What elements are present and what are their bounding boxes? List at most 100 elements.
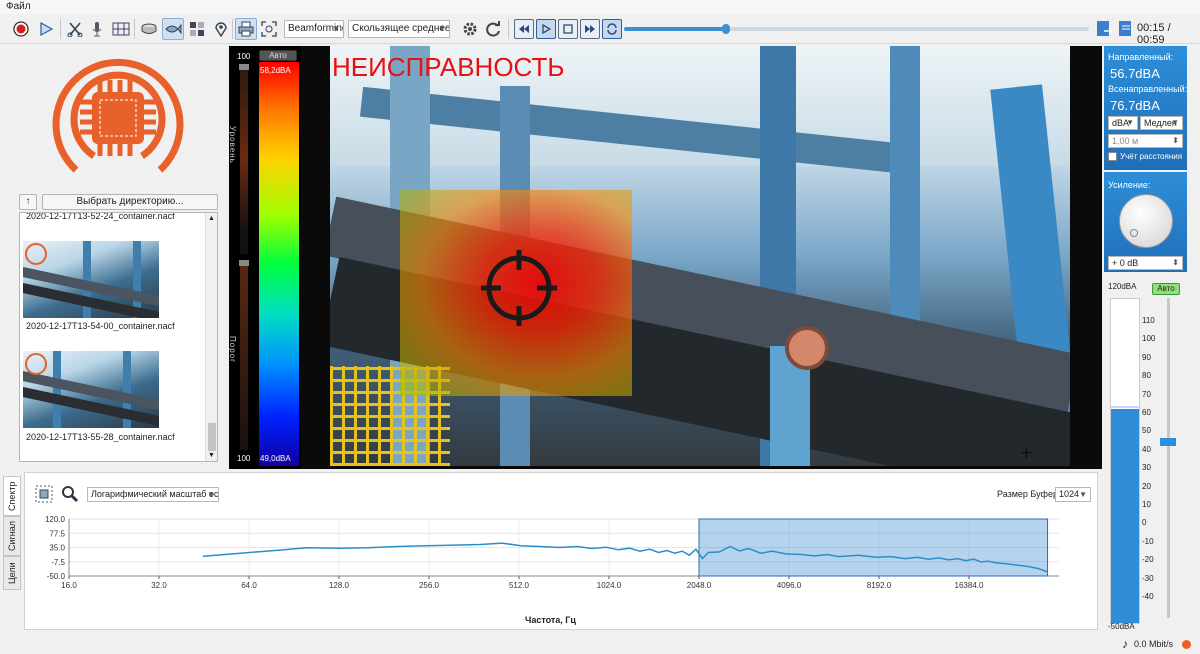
status-bar: ♪ 0.0 Mbit/s: [0, 636, 1200, 654]
tab-signal[interactable]: Сигнал: [3, 516, 21, 556]
x-tick-label: 128.0: [329, 581, 350, 590]
data-point: [1037, 568, 1040, 570]
music-note-icon: ♪: [1122, 637, 1128, 651]
y-tick-label: -7.5: [51, 558, 65, 567]
data-point: [994, 561, 996, 564]
array-icon[interactable]: [110, 18, 132, 40]
data-point: [837, 555, 840, 558]
tab-spectrum[interactable]: Спектр: [3, 476, 21, 516]
zoom-icon[interactable]: [61, 485, 79, 503]
meter-auto-button[interactable]: Авто: [1152, 283, 1180, 295]
threshold-label: Порог: [228, 336, 237, 364]
stop-icon[interactable]: [558, 19, 578, 39]
mode-select[interactable]: Beamforming ▼: [284, 20, 344, 38]
x-scale-select[interactable]: Логарифмический масштаб оси X ▼: [87, 487, 219, 502]
toolbar: Beamforming ▼ Скользящее среднее ▼ 00:15 /…: [0, 14, 1200, 46]
meter-tick-label: -40: [1142, 592, 1154, 601]
spectrum-panel: Спектр Сигнал Цели Логарифмический масшт…: [0, 470, 1100, 634]
speed-select[interactable]: Медлен ▼: [1140, 116, 1183, 130]
unit-select[interactable]: dBA ▼: [1108, 116, 1138, 130]
fish-icon[interactable]: [162, 18, 184, 40]
choose-directory-button[interactable]: Выбрать директорию...: [42, 194, 218, 210]
meter-tick-label: -20: [1142, 555, 1154, 565]
playback-slider[interactable]: [624, 24, 1089, 34]
gear-icon[interactable]: [459, 18, 481, 40]
data-point: [916, 556, 918, 558]
auto-scale-button[interactable]: Авто: [259, 50, 297, 61]
data-point: [425, 545, 427, 547]
gain-field[interactable]: + 0 dB ⬍: [1108, 256, 1183, 270]
data-point: [771, 550, 773, 552]
gain-knob[interactable]: [1119, 194, 1173, 248]
play-button-icon[interactable]: [536, 19, 556, 39]
level-slider[interactable]: [239, 64, 249, 254]
fader-handle[interactable]: [1160, 438, 1176, 446]
fit-view-icon[interactable]: [35, 485, 53, 503]
list-item-label[interactable]: 2020-12-17T13-54-00_container.nacf: [26, 321, 175, 331]
meter-bottom-label: -50dBA: [1108, 622, 1135, 631]
import-icon[interactable]: [1115, 18, 1137, 40]
record-icon[interactable]: [10, 18, 32, 40]
alert-text: НЕИСПРАВНОСТЬ: [332, 52, 565, 82]
location-pin-icon[interactable]: [210, 18, 232, 40]
microphone-icon[interactable]: [86, 18, 108, 40]
level-label: Уровень: [228, 126, 237, 164]
status-indicator-icon: [1182, 640, 1191, 649]
data-point: [857, 554, 860, 556]
buffer-size-select[interactable]: 1024 ▼: [1055, 487, 1091, 502]
refresh-icon[interactable]: [482, 18, 504, 40]
list-item-label[interactable]: 2020-12-17T13-52-24_container.nacf: [26, 213, 175, 221]
meter-tick-label: 0: [1142, 518, 1147, 528]
meter-tick-label: 50: [1142, 426, 1151, 436]
directional-value: 56.7dBA: [1110, 66, 1160, 81]
screenshot-icon[interactable]: [258, 18, 280, 40]
data-point: [927, 558, 930, 560]
list-scrollbar[interactable]: ▲ ▼: [205, 213, 217, 461]
spectrum-chart[interactable]: 120.0 77.5 35.0 -7.5 -50.016.0 32.0 64.0 128.0 2…: [29, 515, 1089, 619]
play-icon[interactable]: [35, 18, 57, 40]
plus-icon[interactable]: +: [1020, 442, 1033, 464]
data-point: [396, 545, 398, 548]
distance-checkbox[interactable]: Учёт расстояния: [1108, 152, 1182, 161]
distance-field[interactable]: 1,00 м ⬍: [1108, 134, 1183, 148]
averaging-select[interactable]: Скользящее среднее ▼: [348, 20, 450, 38]
data-point: [688, 554, 690, 556]
fast-forward-icon[interactable]: [580, 19, 600, 39]
meter-tick-label: 110: [1142, 316, 1155, 325]
scissors-icon[interactable]: [64, 18, 86, 40]
omni-value: 76.7dBA: [1110, 98, 1160, 113]
level-meter: [1110, 298, 1140, 624]
data-point: [739, 550, 741, 552]
menu-file[interactable]: Файл: [6, 1, 31, 12]
grid-icon[interactable]: [186, 18, 208, 40]
list-item-label[interactable]: 2020-12-17T13-55-28_container.nacf: [26, 432, 175, 442]
data-point: [501, 542, 503, 544]
file-thumbnail[interactable]: [23, 351, 159, 428]
threshold-fader[interactable]: [1160, 298, 1176, 618]
x-tick-label: 256.0: [419, 581, 440, 590]
data-point: [701, 557, 703, 560]
x-tick-label: 8192.0: [867, 581, 892, 590]
rewind-icon[interactable]: [514, 19, 534, 39]
export-icon[interactable]: [1093, 18, 1115, 40]
threshold-slider[interactable]: [239, 260, 249, 450]
disk-icon[interactable]: [138, 18, 160, 40]
data-point: [1006, 563, 1008, 565]
file-thumbnail[interactable]: [23, 241, 159, 318]
printer-icon[interactable]: [235, 18, 257, 40]
playback-handle[interactable]: [722, 24, 731, 34]
meter-tick-label: 10: [1142, 500, 1151, 509]
up-directory-button[interactable]: ↑: [19, 194, 37, 210]
peak-marker: [1111, 406, 1139, 408]
data-point: [674, 552, 676, 554]
data-point: [520, 545, 522, 547]
checkbox-icon[interactable]: [1108, 152, 1117, 161]
data-point: [340, 547, 342, 549]
data-point: [980, 561, 982, 563]
tab-targets[interactable]: Цели: [3, 556, 21, 590]
meter-tick-label: 80: [1142, 371, 1151, 381]
data-point: [306, 547, 308, 549]
file-list[interactable]: 2020-12-17T13-52-24_container.nacf 2020-…: [19, 212, 218, 462]
loop-icon[interactable]: [602, 19, 622, 39]
meter-tick-label: -30: [1142, 573, 1154, 583]
